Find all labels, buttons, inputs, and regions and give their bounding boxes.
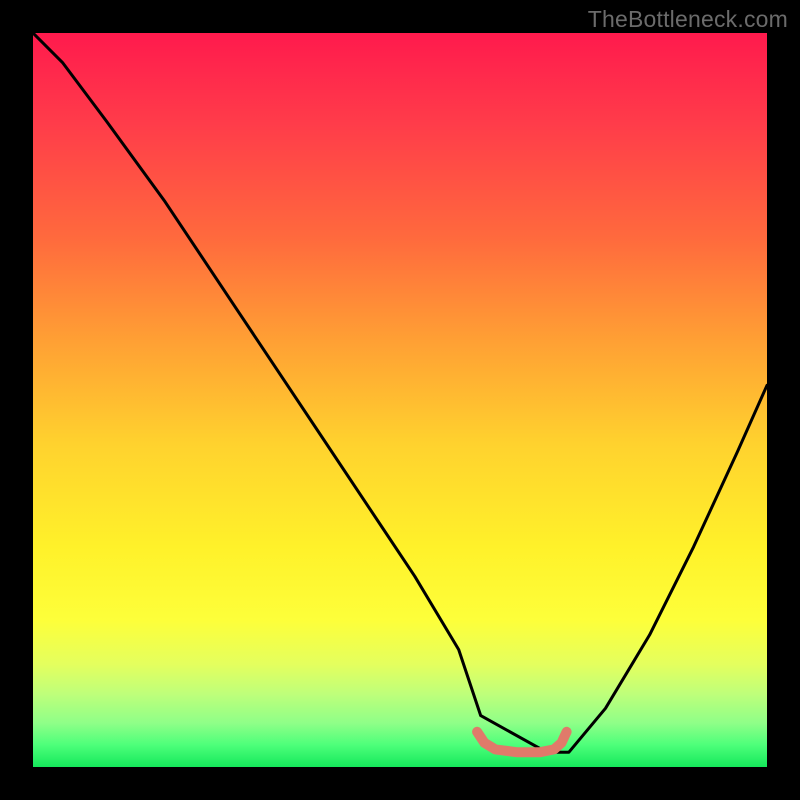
curve-layer: [33, 33, 767, 767]
bottleneck-curve: [33, 33, 767, 752]
watermark-text: TheBottleneck.com: [588, 6, 788, 33]
chart-frame: TheBottleneck.com: [0, 0, 800, 800]
plot-area: [33, 33, 767, 767]
sweet-spot-marker: [477, 732, 566, 753]
